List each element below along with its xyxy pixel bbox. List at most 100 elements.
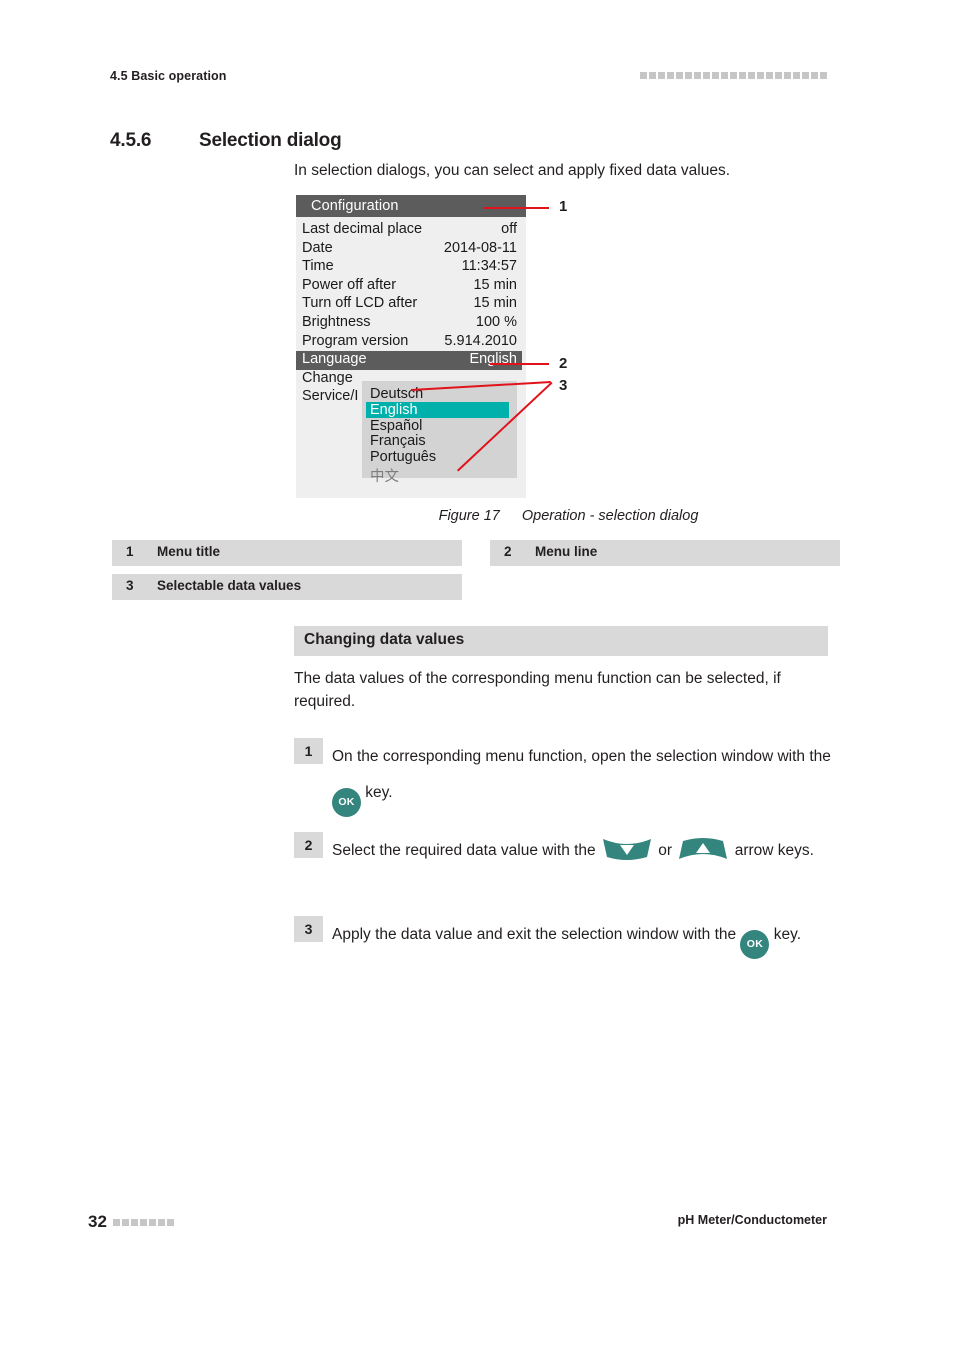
legend-number: 1 — [126, 544, 134, 559]
step-number-badge: 1 — [294, 738, 323, 764]
legend-number: 3 — [126, 578, 134, 593]
figure-legend-table: 1 Menu title 2 Menu line 3 Selectable data va… — [112, 540, 840, 602]
marker-square — [748, 72, 755, 79]
section-heading: 4.5.6 Selection dialog — [110, 130, 850, 156]
callout-number-2: 2 — [559, 355, 568, 372]
lcd-row-value: 15 min — [473, 295, 517, 312]
marker-square — [721, 72, 728, 79]
figure-lcd-mockup: Configuration Last decimal place off Date 2… — [296, 195, 526, 498]
footer-page-number: 32 — [88, 1212, 107, 1231]
lcd-row-label: Program version — [302, 332, 409, 349]
legend-row: 1 Menu title — [112, 540, 462, 566]
lcd-row-label: Last decimal place — [302, 221, 423, 237]
step-number-badge: 2 — [294, 832, 323, 858]
step-text: On the corresponding menu function, open… — [332, 739, 852, 817]
marker-square — [149, 1219, 156, 1226]
lcd-row-value: off — [501, 221, 517, 237]
menu-line[interactable]: Language English — [296, 351, 522, 370]
lcd-row-label: Power off after — [302, 276, 397, 293]
marker-square — [730, 72, 737, 79]
lcd-row-label: Change — [302, 369, 353, 386]
marker-square — [793, 72, 800, 79]
marker-square — [167, 1219, 174, 1226]
marker-square — [685, 72, 692, 79]
lcd-menu-row[interactable]: Last decimal place off — [296, 221, 522, 240]
marker-square — [775, 72, 782, 79]
marker-square — [739, 72, 746, 79]
step-text-part: key. — [361, 784, 393, 801]
header-marker-squares — [640, 72, 827, 79]
marker-square — [694, 72, 701, 79]
marker-square — [658, 72, 665, 79]
menu-title: Configuration — [311, 198, 399, 214]
dropdown-item[interactable]: 中文 — [370, 465, 509, 485]
page-title: Selection dialog — [199, 130, 342, 151]
marker-square — [766, 72, 773, 79]
step-text-part: or — [653, 842, 677, 859]
lcd-row-label: Time — [302, 258, 334, 275]
legend-row: 3 Selectable data values — [112, 574, 462, 600]
callout-number-1: 1 — [559, 198, 568, 215]
legend-label: Selectable data values — [157, 578, 302, 593]
ok-key-icon: OK — [332, 788, 361, 817]
marker-square — [703, 72, 710, 79]
intro-paragraph: In selection dialogs, you can select and… — [294, 162, 730, 179]
lcd-row-label: Service/I — [302, 388, 359, 405]
footer-marker-squares — [113, 1219, 174, 1226]
lcd-row-value: 5.914.2010 — [444, 332, 517, 349]
marker-square — [811, 72, 818, 79]
subsection-heading-text: Changing data values — [304, 631, 465, 648]
step-text: Apply the data value and exit the select… — [332, 917, 852, 959]
marker-square — [649, 72, 656, 79]
callout-leader-line — [490, 363, 549, 365]
legend-number: 2 — [504, 544, 512, 559]
marker-square — [802, 72, 809, 79]
dropdown-item[interactable]: Português — [370, 449, 509, 465]
legend-label: Menu title — [157, 544, 220, 559]
lcd-row-label: Date — [302, 239, 333, 256]
step-text-part: arrow keys. — [730, 842, 814, 859]
step-number-badge: 3 — [294, 916, 323, 942]
selection-dropdown[interactable]: Deutsch English Español Français Português 中文 — [362, 381, 517, 485]
section-number: 4.5.6 — [110, 130, 152, 151]
step-text-part: Select the required data value with the — [332, 842, 600, 859]
figure-caption: Figure 17 Operation - selection dialog — [296, 508, 841, 524]
lcd-row-value: 100 % — [475, 314, 517, 330]
dropdown-item[interactable]: Español — [370, 418, 509, 434]
subsection-heading-bar: Changing data values — [294, 626, 828, 656]
callout-leader-line — [483, 207, 549, 209]
dropdown-item-selected[interactable]: English — [366, 401, 509, 418]
lcd-menu-row[interactable]: Turn off LCD after 15 min — [296, 295, 522, 314]
lcd-row-value: 11:34:57 — [461, 258, 517, 275]
lcd-row-label: Language — [302, 351, 367, 368]
lcd-row-label: Turn off LCD after — [302, 295, 418, 312]
lcd-menu-row[interactable]: Time 11:34:57 — [296, 258, 522, 277]
marker-square — [122, 1219, 129, 1226]
marker-square — [712, 72, 719, 79]
figure-label: Figure 17 — [438, 508, 500, 524]
running-header: 4.5 Basic operation — [0, 0, 954, 110]
marker-square — [140, 1219, 147, 1226]
arrow-up-key-icon — [676, 836, 730, 862]
marker-square — [113, 1219, 120, 1226]
legend-row: 2 Menu line — [490, 540, 840, 566]
step-text: Select the required data value with the … — [332, 833, 852, 869]
marker-square — [676, 72, 683, 79]
callout-number-3: 3 — [559, 377, 568, 394]
lcd-menu-row[interactable]: Power off after 15 min — [296, 277, 522, 296]
marker-square — [640, 72, 647, 79]
step-text-part: Apply the data value and exit the select… — [332, 926, 741, 943]
marker-square — [131, 1219, 138, 1226]
lcd-menu-row[interactable]: Brightness 100 % — [296, 314, 522, 333]
lcd-row-label: Brightness — [302, 314, 371, 330]
arrow-down-key-icon — [600, 836, 654, 862]
step-text-part: On the corresponding menu function, open… — [332, 748, 831, 765]
marker-square — [820, 72, 827, 79]
legend-label: Menu line — [535, 544, 598, 559]
subsection-paragraph: The data values of the corresponding men… — [294, 670, 781, 710]
lcd-menu-row[interactable]: Program version 5.914.2010 — [296, 333, 522, 352]
marker-square — [757, 72, 764, 79]
marker-square — [158, 1219, 165, 1226]
lcd-menu-row[interactable]: Date 2014-08-11 — [296, 240, 522, 259]
footer-product-name: pH Meter/Conductometer — [677, 1213, 827, 1227]
